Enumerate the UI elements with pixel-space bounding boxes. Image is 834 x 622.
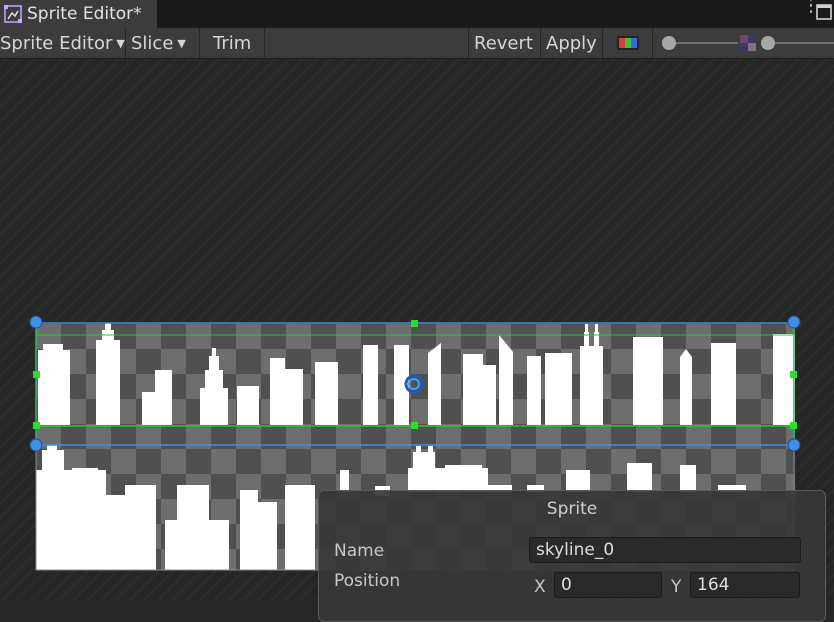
revert-label: Revert bbox=[474, 32, 533, 54]
name-label: Name bbox=[334, 541, 385, 561]
kebab-menu-icon[interactable]: ⋮ bbox=[802, 0, 820, 15]
apply-label: Apply bbox=[546, 32, 597, 54]
mip-level-icon bbox=[740, 35, 756, 51]
chevron-down-icon: ▼ bbox=[177, 36, 186, 50]
name-field[interactable]: skyline_0 bbox=[529, 537, 801, 563]
slice-label: Slice bbox=[131, 32, 174, 54]
slice-dropdown[interactable]: Slice ▼ bbox=[126, 28, 200, 58]
zoom-slider[interactable] bbox=[660, 33, 740, 53]
trim-button[interactable]: Trim bbox=[200, 28, 265, 58]
mip-slider[interactable] bbox=[758, 33, 834, 53]
tab-sprite-editor[interactable]: Sprite Editor* bbox=[0, 0, 157, 28]
position-label: Position bbox=[334, 571, 401, 591]
sprite-editor-icon bbox=[4, 5, 22, 23]
chevron-down-icon: ▼ bbox=[116, 36, 125, 50]
y-label: Y bbox=[671, 577, 682, 597]
maximize-icon[interactable] bbox=[816, 4, 832, 20]
position-x-field[interactable]: 0 bbox=[554, 572, 662, 598]
color-channels-icon bbox=[617, 36, 639, 50]
inspector-title: Sprite bbox=[546, 499, 598, 519]
x-label: X bbox=[534, 577, 546, 597]
sprite-inspector-panel: Sprite Name skyline_0 Position X 0 Y 164 bbox=[318, 490, 826, 622]
apply-button[interactable]: Apply bbox=[541, 28, 603, 58]
toolbar-spacer bbox=[265, 28, 469, 58]
position-y-field[interactable]: 164 bbox=[690, 572, 800, 598]
mode-label: Sprite Editor bbox=[0, 32, 113, 54]
tab-title: Sprite Editor* bbox=[27, 4, 142, 24]
trim-label: Trim bbox=[213, 32, 252, 54]
revert-button[interactable]: Revert bbox=[469, 28, 541, 58]
sprite-editor-mode-dropdown[interactable]: Sprite Editor ▼ bbox=[0, 28, 126, 58]
window-tab-bar: Sprite Editor* ⋮ bbox=[0, 0, 834, 28]
color-channels-button[interactable] bbox=[603, 28, 653, 58]
sprite-editor-toolbar: Sprite Editor ▼ Slice ▼ Trim Revert Appl… bbox=[0, 28, 834, 59]
